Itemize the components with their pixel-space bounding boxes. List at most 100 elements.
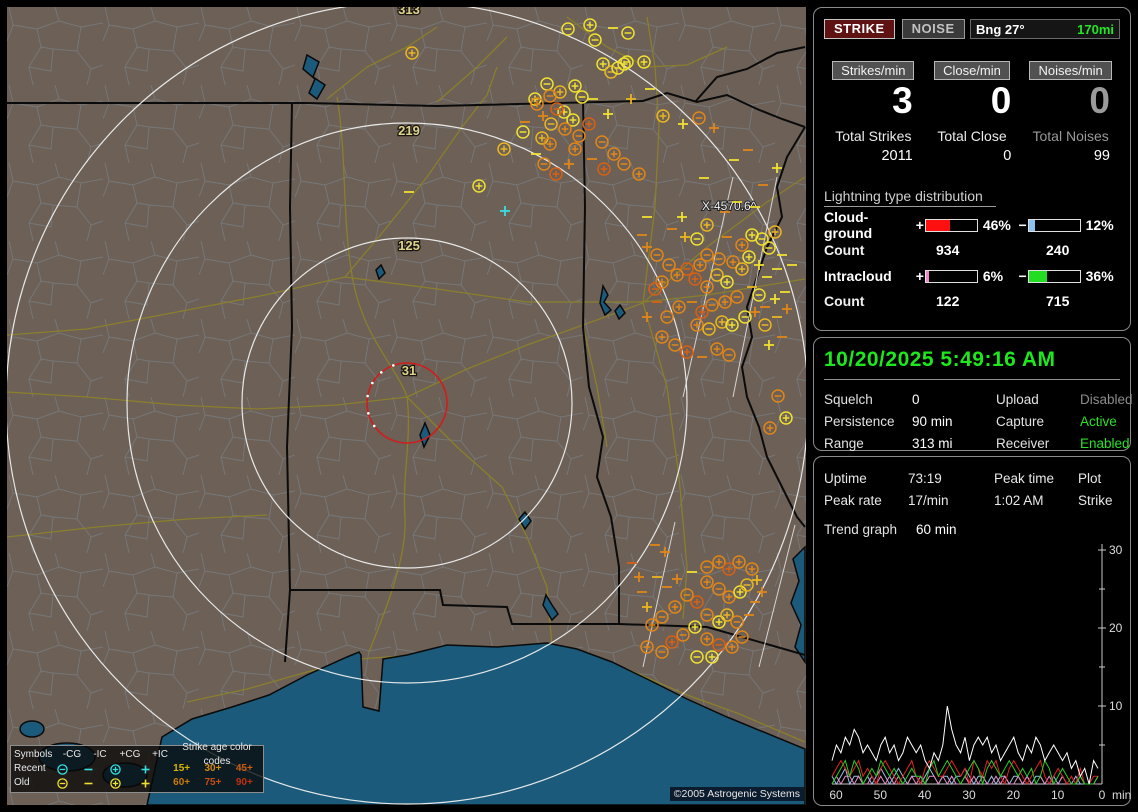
plus-sign: + <box>915 268 924 285</box>
old-plus-icon <box>139 777 166 790</box>
receiver-label: Receiver <box>996 436 1050 451</box>
intracloud-count-row: Count 122 715 <box>824 293 1120 309</box>
svg-text:0: 0 <box>1099 788 1106 802</box>
svg-text:20: 20 <box>1007 788 1021 802</box>
ic-negative-bar <box>1028 269 1081 283</box>
ic-negative-pct: 36% <box>1085 268 1114 285</box>
cloud-ground-row: Cloud-ground + 46% − 12% <box>824 209 1120 241</box>
persistence-value: 90 min <box>912 414 953 429</box>
recent-circle-plus-icon <box>109 763 139 776</box>
trend-graph-label: Trend graph <box>824 522 898 537</box>
ic-positive-bar <box>925 269 978 283</box>
nexstorm-window: 313 219 125 31 X-4570.6^ Symbols -CG -IC +C… <box>0 0 1138 812</box>
age-15: 15+ <box>173 763 191 774</box>
cg-negative-pct: 12% <box>1085 217 1114 234</box>
distribution-title: Lightning type distribution <box>824 188 996 207</box>
intracloud-label: Intracloud <box>824 268 892 285</box>
capture-label: Capture <box>996 414 1045 429</box>
map-legend: Symbols -CG -IC +CG +IC Strike age color… <box>10 742 264 793</box>
cloud-ground-label: Cloud-ground <box>824 209 873 242</box>
storm-cell-label: X-4570.6^ <box>702 199 757 213</box>
upload-label: Upload <box>996 392 1039 407</box>
svg-text:10: 10 <box>1051 788 1065 802</box>
legend-col-pos-cg: +CG <box>119 749 141 760</box>
status-panel: 10/20/2025 5:49:16 AM Squelch 0 Upload D… <box>813 337 1133 451</box>
peak-time-label: Peak time <box>994 471 1055 486</box>
intracloud-row: Intracloud + 6% − 36% <box>824 268 1120 285</box>
minus-sign: − <box>1018 217 1027 234</box>
legend-col-neg-ic: -IC <box>93 749 107 760</box>
svg-text:30: 30 <box>1109 543 1123 557</box>
noises-column: Noises/min 0 Total Noises 99 <box>1021 61 1120 164</box>
peak-rate-label: Peak rate <box>824 493 882 508</box>
ic-positive-count: 122 <box>936 292 960 309</box>
age-45: 45+ <box>235 763 253 774</box>
map-panel[interactable]: 313 219 125 31 X-4570.6^ Symbols -CG -IC +C… <box>7 7 806 805</box>
squelch-value: 0 <box>912 392 920 407</box>
trend-graph-value: 60 min <box>916 522 957 537</box>
minus-sign: − <box>1018 268 1027 285</box>
svg-text:50: 50 <box>874 788 888 802</box>
plus-sign: + <box>915 217 924 234</box>
legend-old-label: Old <box>14 777 30 788</box>
upload-value: Disabled <box>1080 392 1133 407</box>
total-noises-value: 99 <box>1093 147 1110 164</box>
datetime-display: 10/20/2025 5:49:16 AM <box>824 348 1120 380</box>
old-circle-plus-icon <box>109 777 139 790</box>
age-75: 75+ <box>204 777 222 788</box>
strike-stats-panel: STRIKE NOISE Bng 27° 170mi Strikes/min 3… <box>813 7 1131 331</box>
svg-text:30: 30 <box>962 788 976 802</box>
svg-text:313: 313 <box>398 7 420 17</box>
recent-minus-icon <box>82 763 109 776</box>
cg-positive-pct: 46% <box>982 217 1011 234</box>
legend-symbols-title: Symbols <box>14 749 53 760</box>
recent-plus-icon <box>139 763 166 776</box>
old-circle-minus-icon <box>56 777 83 790</box>
trend-graph: 10 20 30 60 50 40 30 20 10 0 min <box>829 543 1131 802</box>
age-30: 30+ <box>204 763 222 774</box>
total-noises-label: Total Noises <box>1032 127 1109 144</box>
svg-text:10: 10 <box>1109 699 1123 713</box>
cloud-ground-count-row: Count 934 240 <box>824 242 1120 258</box>
distance-value: 170mi <box>1077 21 1114 37</box>
strikes-column: Strikes/min 3 Total Strikes 2011 <box>824 61 923 164</box>
cg-positive-count: 934 <box>936 241 960 258</box>
squelch-label: Squelch <box>824 392 873 407</box>
persistence-label: Persistence <box>824 414 895 429</box>
bearing-range-display: Bng 27° 170mi <box>970 19 1120 39</box>
range-label: Range <box>824 436 864 451</box>
svg-text:219: 219 <box>398 123 420 138</box>
recent-circle-minus-icon <box>56 763 83 776</box>
uptime-label: Uptime <box>824 471 867 486</box>
legend-recent-label: Recent <box>14 763 46 774</box>
age-90: 90+ <box>235 777 253 788</box>
map-svg[interactable]: 313 219 125 31 X-4570.6^ <box>7 7 806 805</box>
svg-text:60: 60 <box>829 788 843 802</box>
close-column: Close/min 0 Total Close 0 <box>923 61 1022 164</box>
svg-text:125: 125 <box>398 238 420 253</box>
range-value: 313 mi <box>912 436 953 451</box>
trend-panel: Uptime 73:19 Peak time Plot Peak rate 17… <box>813 456 1131 806</box>
peak-rate-value: 17/min <box>908 493 949 508</box>
plot-label: Plot <box>1078 471 1102 486</box>
count-label: Count <box>824 292 865 309</box>
strikes-per-min-value: 3 <box>892 80 913 121</box>
strike-button[interactable]: STRIKE <box>824 19 895 39</box>
total-close-value: 0 <box>1003 147 1012 164</box>
old-minus-icon <box>82 777 109 790</box>
svg-text:min: min <box>1112 788 1131 802</box>
total-strikes-value: 2011 <box>881 147 913 164</box>
cg-negative-count: 240 <box>1046 241 1070 258</box>
peak-time-value: 1:02 AM <box>994 493 1044 508</box>
svg-text:40: 40 <box>918 788 932 802</box>
noises-per-min-value: 0 <box>1089 80 1110 121</box>
total-close-label: Total Close <box>937 127 1007 144</box>
legend-col-pos-ic: +IC <box>152 749 168 760</box>
total-strikes-label: Total Strikes <box>835 127 912 144</box>
close-per-min-chip: Close/min <box>934 61 1010 80</box>
noise-button[interactable]: NOISE <box>901 19 965 39</box>
close-per-min-value: 0 <box>990 80 1012 121</box>
cg-positive-bar <box>925 218 978 232</box>
bearing-value: Bng 27° <box>976 21 1025 37</box>
ic-negative-count: 715 <box>1046 292 1070 309</box>
